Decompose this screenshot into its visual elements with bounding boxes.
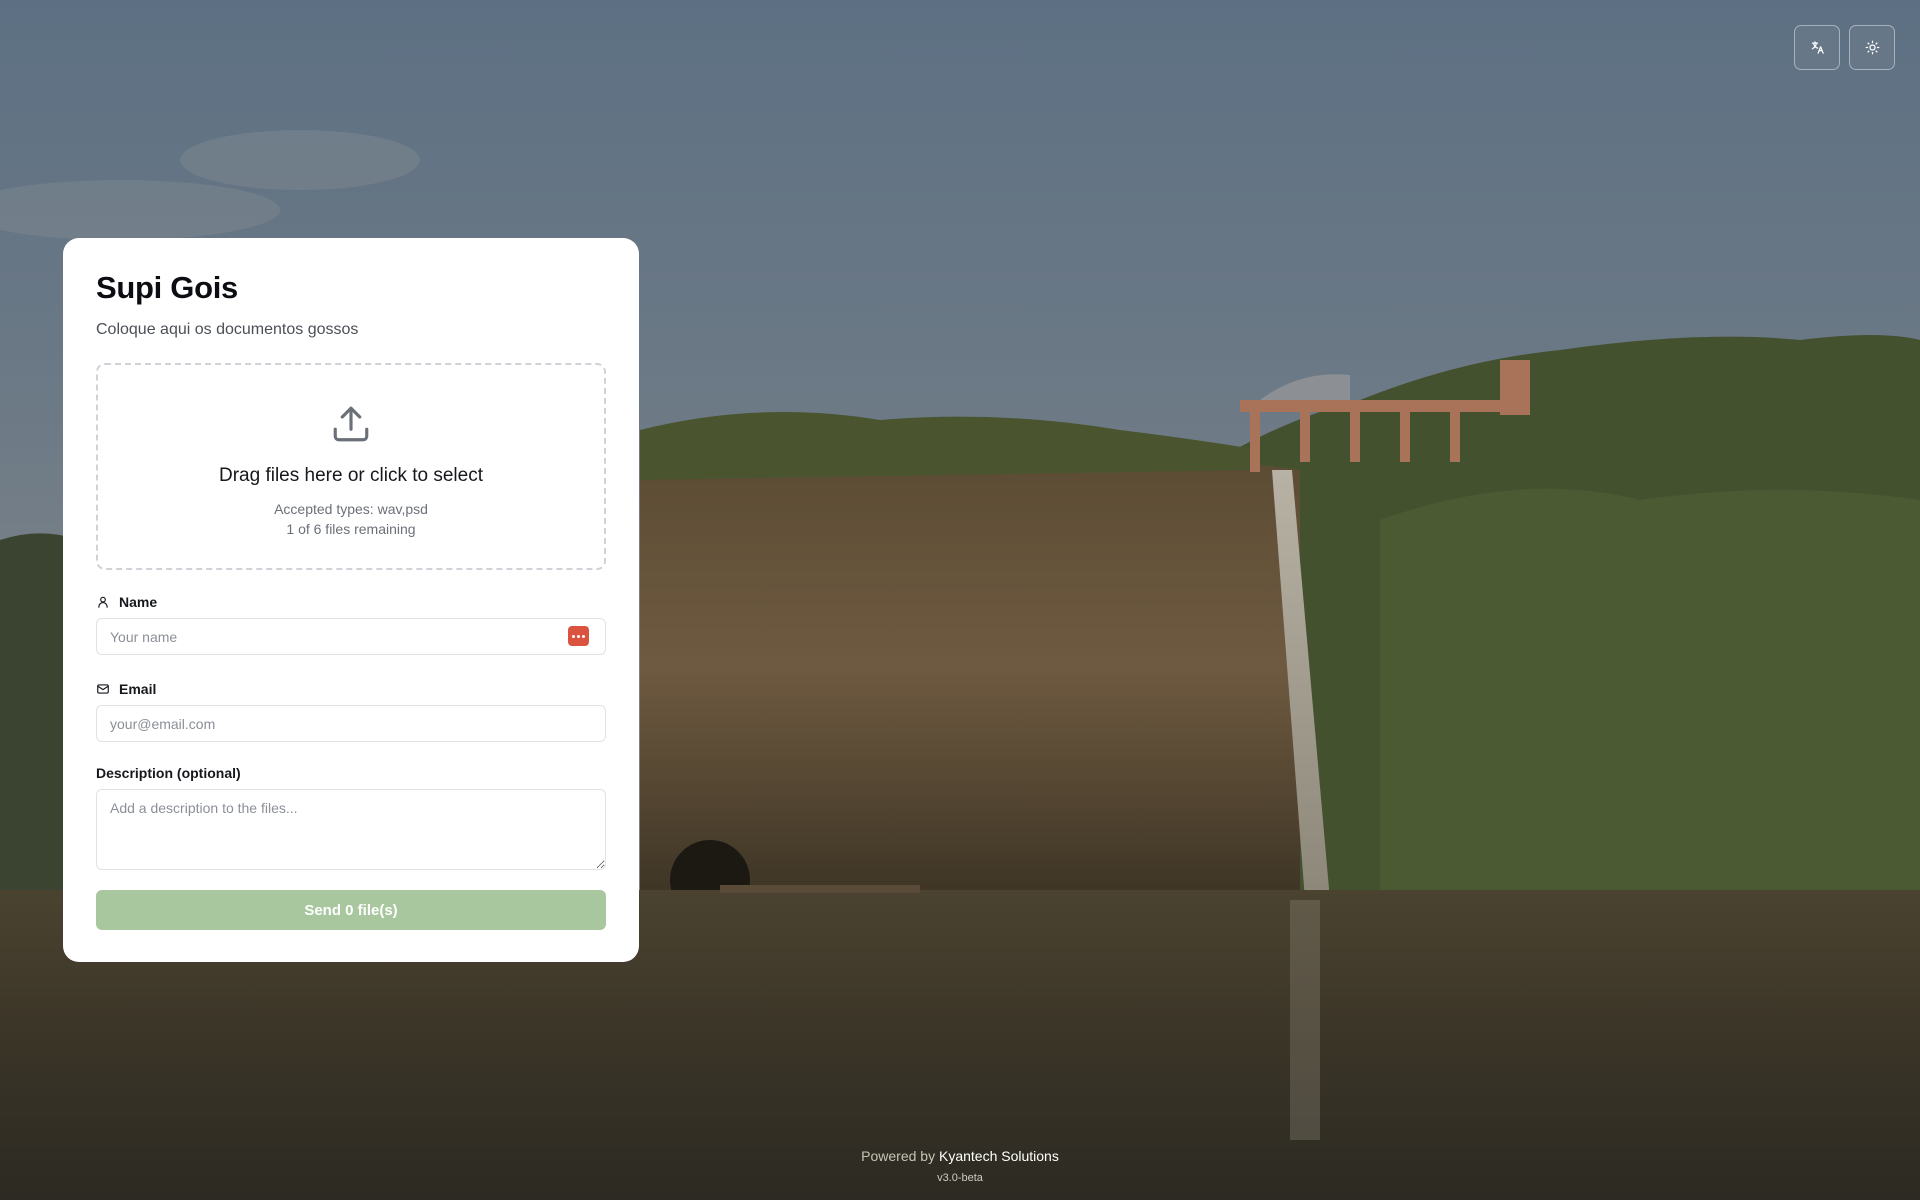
dropzone-prompt: Drag files here or click to select xyxy=(219,465,483,487)
version-text: v3.0-beta xyxy=(937,1172,983,1184)
page-title: Supi Gois xyxy=(96,270,238,305)
theme-toggle-button[interactable] xyxy=(1849,25,1895,70)
upload-icon xyxy=(333,406,369,442)
send-files-button[interactable]: Send 0 file(s) xyxy=(96,890,606,931)
name-input[interactable] xyxy=(96,618,606,656)
sun-icon xyxy=(1865,40,1879,55)
page-subtitle: Coloque aqui os documentos gossos xyxy=(96,321,359,339)
email-input-wrapper xyxy=(96,705,606,743)
footer: Powered by Kyantech Solutions v3.0-beta xyxy=(0,1148,1920,1184)
email-input[interactable] xyxy=(96,705,606,743)
files-remaining-text: 1 of 6 files remaining xyxy=(286,521,416,538)
brand-link[interactable]: Kyantech Solutions xyxy=(939,1148,1059,1164)
powered-by-prefix: Powered by xyxy=(861,1148,936,1164)
name-input-wrapper xyxy=(96,618,606,656)
name-label: Name xyxy=(96,594,606,610)
description-textarea[interactable] xyxy=(96,789,606,871)
user-icon xyxy=(98,596,108,608)
password-manager-icon[interactable] xyxy=(568,626,589,647)
language-switcher-button[interactable] xyxy=(1794,25,1840,70)
description-label: Description (optional) xyxy=(96,765,241,782)
email-label-text: Email xyxy=(119,681,157,698)
powered-by: Powered by Kyantech Solutions xyxy=(0,1148,1920,1164)
file-dropzone[interactable]: Drag files here or click to select Accep… xyxy=(96,363,606,571)
translate-icon xyxy=(1811,41,1824,54)
mail-icon xyxy=(97,684,109,694)
name-label-text: Name xyxy=(119,594,158,611)
email-label: Email xyxy=(96,681,606,697)
dropzone-info: Accepted types: wav,psd 1 of 6 files rem… xyxy=(274,499,428,539)
upload-card: Supi Gois Coloque aqui os documentos gos… xyxy=(63,238,639,962)
accepted-types-text: Accepted types: wav,psd xyxy=(274,501,428,518)
header-controls xyxy=(1794,25,1895,70)
